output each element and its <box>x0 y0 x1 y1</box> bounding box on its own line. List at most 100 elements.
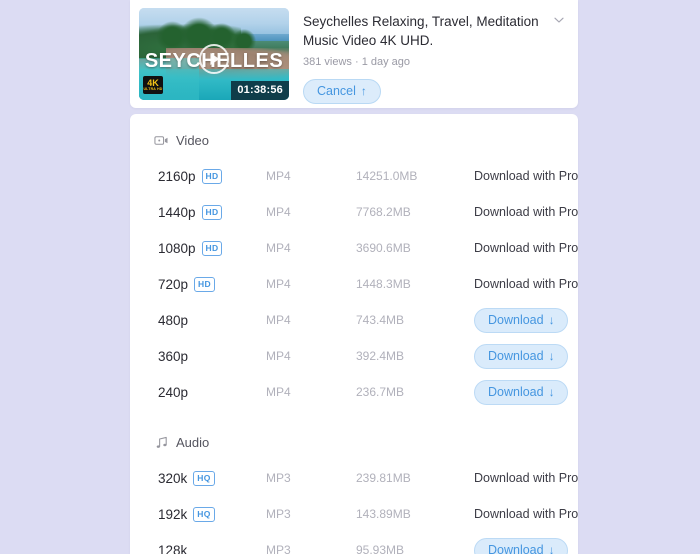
download-button[interactable]: Download ↓ <box>474 343 568 369</box>
table-row[interactable]: 720p HD MP4 1448.3MB Download with Pro V… <box>130 266 578 302</box>
section-label-video: Video <box>176 132 210 148</box>
download-button-label: Download <box>488 542 544 554</box>
row-quality: 720p HD <box>158 276 266 292</box>
music-note-icon <box>154 435 169 450</box>
row-quality: 480p <box>158 313 266 328</box>
row-action: Download with Pro Version > <box>474 507 578 521</box>
table-row[interactable]: 240p MP4 236.7MB Download ↓ <box>130 374 578 410</box>
video-views-and-age: 381 views · 1 day ago <box>303 56 411 68</box>
video-camera-icon <box>154 133 169 148</box>
row-format: MP4 <box>266 277 291 291</box>
table-row[interactable]: 1440p HD MP4 7768.2MB Download with Pro … <box>130 194 578 230</box>
download-button[interactable]: Download ↓ <box>474 537 568 554</box>
arrow-up-icon: ↑ <box>360 84 367 98</box>
arrow-down-icon: ↓ <box>548 348 555 363</box>
download-pro-link[interactable]: Download with Pro Version > <box>474 471 578 485</box>
table-row[interactable]: 192k HQ MP3 143.89MB Download with Pro V… <box>130 496 578 532</box>
row-format: MP4 <box>266 385 291 399</box>
quality-label: 320k <box>158 470 188 486</box>
row-format: MP4 <box>266 241 291 255</box>
row-action: Download with Pro Version > <box>474 277 578 291</box>
app-page: SEYCHELLES 4K ULTRA HD 01:38:56 Seychell… <box>0 0 700 554</box>
row-filesize: 7768.2MB <box>356 205 411 219</box>
quality-label: 1080p <box>158 240 196 256</box>
arrow-down-icon: ↓ <box>548 384 555 399</box>
download-button-label: Download <box>488 312 544 327</box>
download-options-card: Video 2160p HD MP4 14251.0MB Download wi… <box>130 114 578 554</box>
row-quality: 360p <box>158 349 266 364</box>
row-filesize: 143.89MB <box>356 507 411 521</box>
row-format: MP4 <box>266 349 291 363</box>
video-meta: Seychelles Relaxing, Travel, Meditation … <box>289 8 568 104</box>
row-quality: 128k <box>158 543 266 554</box>
play-icon[interactable] <box>199 43 229 74</box>
row-action: Download ↓ <box>474 379 568 405</box>
audio-rows: 320k HQ MP3 239.81MB Download with Pro V… <box>130 460 578 554</box>
table-row[interactable]: 480p MP4 743.4MB Download ↓ <box>130 302 578 338</box>
row-action: Download ↓ <box>474 537 568 554</box>
row-filesize: 1448.3MB <box>356 277 411 291</box>
resolution-badge-4k: 4K ULTRA HD <box>143 76 163 94</box>
download-button[interactable]: Download ↓ <box>474 307 568 333</box>
download-pro-link[interactable]: Download with Pro Version > <box>474 277 578 291</box>
row-quality: 320k HQ <box>158 470 266 486</box>
section-label-audio: Audio <box>176 434 210 450</box>
table-row[interactable]: 128k MP3 95.93MB Download ↓ <box>130 532 578 554</box>
quality-badge: HD <box>201 168 223 184</box>
row-format: MP4 <box>266 205 291 219</box>
table-row[interactable]: 320k HQ MP3 239.81MB Download with Pro V… <box>130 460 578 496</box>
quality-label: 720p <box>158 276 189 292</box>
quality-badge: HD <box>201 240 223 256</box>
row-action: Download with Pro Version > <box>474 205 578 219</box>
quality-label: 192k <box>158 506 188 522</box>
quality-badge: HD <box>194 276 215 292</box>
download-pro-link[interactable]: Download with Pro Version > <box>474 241 578 255</box>
quality-label: 360p <box>158 348 189 364</box>
row-action: Download with Pro Version > <box>474 471 578 485</box>
row-format: MP4 <box>266 313 291 327</box>
video-header-card: SEYCHELLES 4K ULTRA HD 01:38:56 Seychell… <box>130 0 578 108</box>
row-filesize: 3690.6MB <box>356 241 411 255</box>
row-format: MP3 <box>266 507 291 521</box>
row-quality: 1080p HD <box>158 240 266 256</box>
table-row[interactable]: 360p MP4 392.4MB Download ↓ <box>130 338 578 374</box>
row-filesize: 743.4MB <box>356 313 405 327</box>
cancel-button[interactable]: Cancel ↑ <box>303 79 381 104</box>
chevron-down-icon[interactable] <box>552 13 566 27</box>
row-format: MP4 <box>266 169 291 183</box>
download-pro-link[interactable]: Download with Pro Version > <box>474 205 578 219</box>
table-row[interactable]: 1080p HD MP4 3690.6MB Download with Pro … <box>130 230 578 266</box>
row-quality: 192k HQ <box>158 506 266 522</box>
quality-badge: HQ <box>193 470 215 486</box>
quality-label: 240p <box>158 384 189 400</box>
table-row[interactable]: 2160p HD MP4 14251.0MB Download with Pro… <box>130 158 578 194</box>
row-filesize: 14251.0MB <box>356 169 418 183</box>
download-pro-link[interactable]: Download with Pro Version > <box>474 169 578 183</box>
arrow-down-icon: ↓ <box>548 542 555 554</box>
video-rows: 2160p HD MP4 14251.0MB Download with Pro… <box>130 158 578 410</box>
quality-badge: HD <box>201 204 223 220</box>
arrow-down-icon: ↓ <box>548 312 555 327</box>
row-quality: 1440p HD <box>158 204 266 220</box>
row-filesize: 95.93MB <box>356 543 405 554</box>
quality-label: 1440p <box>158 204 196 220</box>
download-button[interactable]: Download ↓ <box>474 379 568 405</box>
quality-label: 2160p <box>158 168 196 184</box>
row-quality: 2160p HD <box>158 168 266 184</box>
section-header-audio: Audio <box>130 430 578 454</box>
row-action: Download with Pro Version > <box>474 169 578 183</box>
quality-label: 128k <box>158 542 188 554</box>
row-filesize: 236.7MB <box>356 385 405 399</box>
quality-badge: HQ <box>193 506 215 522</box>
row-action: Download ↓ <box>474 307 568 333</box>
badge-4k-sublabel: ULTRA HD <box>143 86 163 91</box>
row-action: Download ↓ <box>474 343 568 369</box>
video-duration: 01:38:56 <box>231 81 289 100</box>
row-filesize: 239.81MB <box>356 471 411 485</box>
section-header-video: Video <box>130 128 578 152</box>
quality-label: 480p <box>158 312 189 328</box>
row-action: Download with Pro Version > <box>474 241 578 255</box>
video-thumbnail[interactable]: SEYCHELLES 4K ULTRA HD 01:38:56 <box>139 8 289 100</box>
download-button-label: Download <box>488 348 544 363</box>
download-pro-link[interactable]: Download with Pro Version > <box>474 507 578 521</box>
